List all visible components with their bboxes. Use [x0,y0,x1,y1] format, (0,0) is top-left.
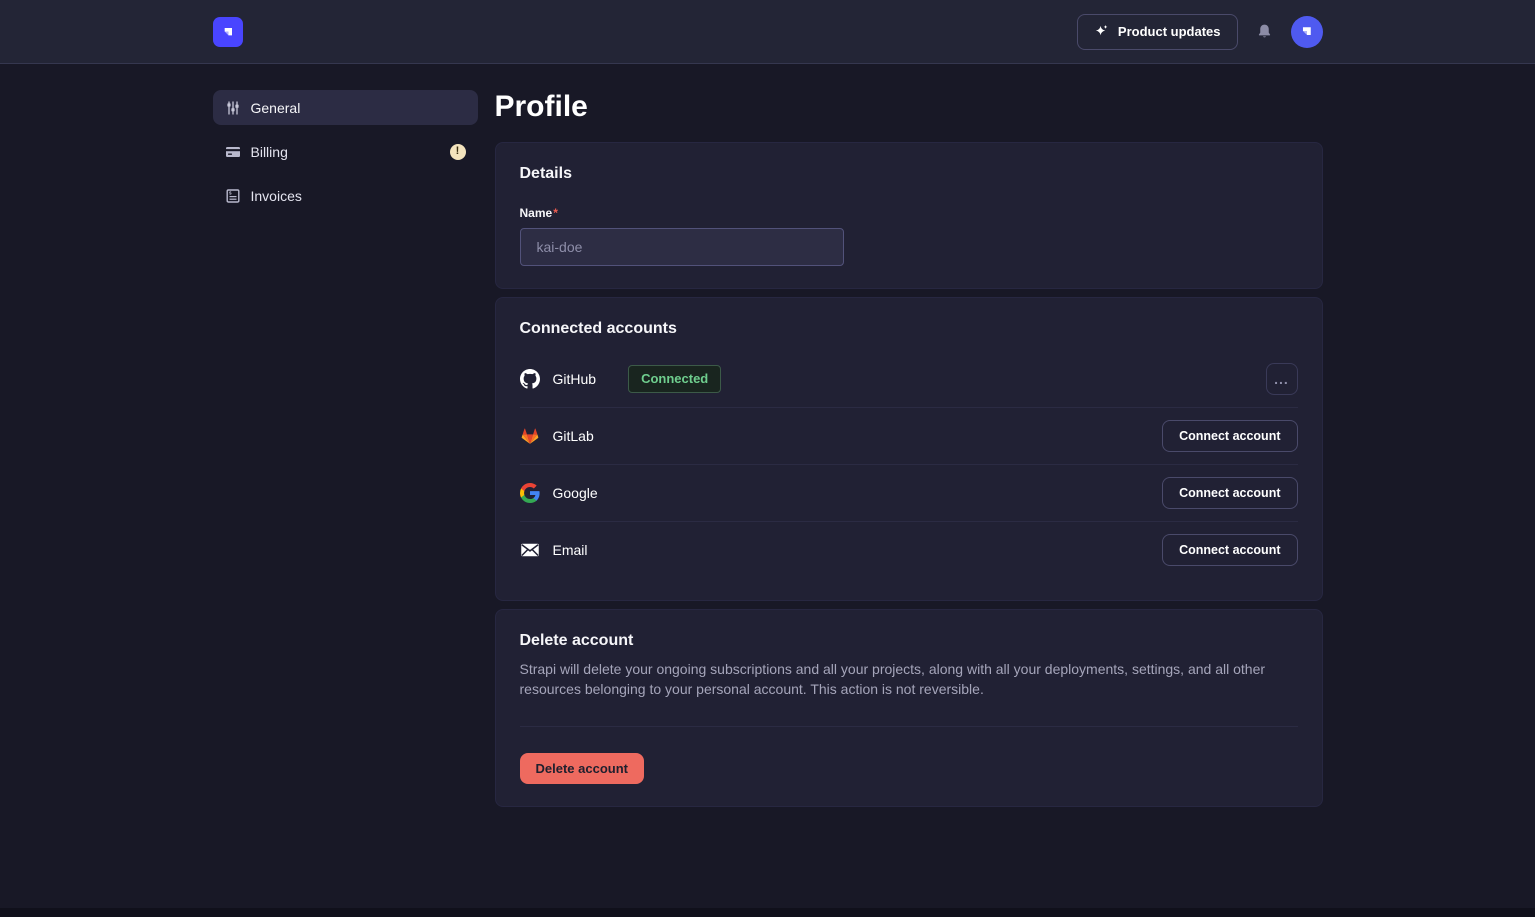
name-field-group: Name* [520,204,1298,266]
required-asterisk: * [553,206,558,220]
settings-sidebar: General Billing ! $ Invoices [213,90,478,855]
svg-text:$: $ [229,190,232,195]
delete-account-button[interactable]: Delete account [520,753,644,784]
sidebar-item-billing[interactable]: Billing ! [213,134,478,169]
strapi-logo[interactable] [213,17,243,47]
sidebar-item-general[interactable]: General [213,90,478,125]
connect-google-button[interactable]: Connect account [1162,477,1297,509]
topbar: Product updates [0,0,1535,64]
product-updates-button[interactable]: Product updates [1077,14,1238,50]
account-row-email: Email Connect account [520,521,1298,578]
account-provider-name: GitHub [553,371,597,387]
name-label: Name* [520,206,558,220]
account-provider-name: Google [553,485,598,501]
connected-status-badge: Connected [628,365,721,393]
gitlab-icon [520,426,540,446]
bell-icon [1256,23,1273,40]
google-icon [520,483,540,503]
connected-accounts-card: Connected accounts GitHub Connected ... [495,297,1323,601]
account-row-github: GitHub Connected ... [520,350,1298,407]
connect-email-button[interactable]: Connect account [1162,534,1297,566]
account-provider-name: Email [553,542,588,558]
divider [520,726,1298,727]
sidebar-item-label: Invoices [251,188,302,204]
avatar-strapi-icon [1298,23,1315,40]
details-heading: Details [520,165,1298,183]
connect-gitlab-button[interactable]: Connect account [1162,420,1297,452]
accounts-list: GitHub Connected ... [520,350,1298,578]
email-icon [520,540,540,560]
product-updates-label: Product updates [1118,24,1221,39]
github-options-button[interactable]: ... [1266,363,1298,395]
sidebar-item-invoices[interactable]: $ Invoices [213,178,478,213]
sidebar-item-label: General [251,100,301,116]
sliders-icon [225,100,241,116]
delete-account-heading: Delete account [520,632,1298,650]
account-provider-name: GitLab [553,428,594,444]
sidebar-item-label: Billing [251,144,288,160]
sparkle-icon [1094,24,1109,39]
billing-warning-badge: ! [450,144,466,160]
user-avatar[interactable] [1291,16,1323,48]
github-icon [520,369,540,389]
strapi-logo-icon [220,24,236,40]
details-card: Details Name* [495,142,1323,289]
account-row-google: Google Connect account [520,464,1298,521]
invoice-icon: $ [225,188,241,204]
name-input[interactable] [520,228,844,266]
account-row-gitlab: GitLab Connect account [520,407,1298,464]
credit-card-icon [225,144,241,160]
profile-page: Profile Details Name* Connected accounts [495,90,1323,855]
delete-account-description: Strapi will delete your ongoing subscrip… [520,659,1298,699]
delete-account-card: Delete account Strapi will delete your o… [495,609,1323,807]
connected-accounts-heading: Connected accounts [520,320,1298,338]
notifications-button[interactable] [1254,21,1275,42]
window-bottom-edge [0,908,1535,917]
ellipsis-icon: ... [1274,372,1289,386]
page-title: Profile [495,90,1323,124]
